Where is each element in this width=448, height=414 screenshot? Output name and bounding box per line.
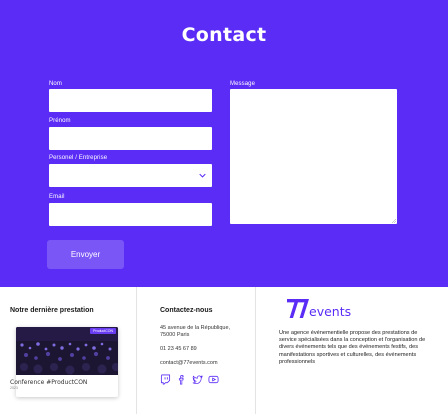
footer: Notre dernière prestation ProductCON Con… [0, 287, 448, 414]
nom-input[interactable] [49, 89, 212, 112]
event-badge: ProductCON [90, 328, 116, 334]
footer-divider [136, 287, 137, 414]
type-select[interactable] [49, 164, 212, 187]
nom-label: Nom [49, 81, 62, 87]
facebook-icon[interactable] [176, 374, 187, 385]
event-date: 2023 [10, 386, 18, 390]
latest-event-heading: Notre dernière prestation [10, 307, 94, 314]
email-input[interactable] [49, 203, 212, 226]
event-title: Conference #ProductCON [10, 379, 88, 386]
address-line-1: 45 avenue de la République, [160, 325, 231, 331]
phone-number: 01 23 45 67 89 [160, 346, 197, 352]
brand-logo: events [287, 299, 351, 319]
email-link[interactable]: contact@77events.com [160, 360, 218, 367]
footer-divider [255, 287, 256, 414]
prenom-input[interactable] [49, 127, 212, 150]
chevron-down-icon [199, 173, 206, 178]
twitter-icon[interactable] [192, 374, 203, 385]
address-line-2: 75000 Paris [160, 332, 190, 338]
event-image [16, 327, 118, 375]
email-label: Email [49, 194, 65, 200]
contact-section: Contact Nom Prénom Personel / Entreprise… [0, 0, 448, 287]
about-description: Une agence événementielle propose des pr… [279, 330, 426, 365]
type-label: Personel / Entreprise [49, 155, 108, 161]
twitch-icon[interactable] [160, 374, 171, 385]
contact-heading: Contactez-nous [160, 307, 213, 314]
submit-button[interactable]: Envoyer [47, 240, 124, 269]
prenom-label: Prénom [49, 118, 71, 124]
resize-grip-icon[interactable] [391, 218, 396, 223]
page-title: Contact [181, 24, 267, 46]
svg-text:events: events [309, 304, 351, 319]
event-card[interactable]: ProductCON [16, 327, 118, 397]
message-label: Message [230, 81, 256, 87]
message-textarea[interactable] [230, 89, 397, 224]
youtube-icon[interactable] [208, 374, 219, 385]
social-links [160, 374, 219, 386]
